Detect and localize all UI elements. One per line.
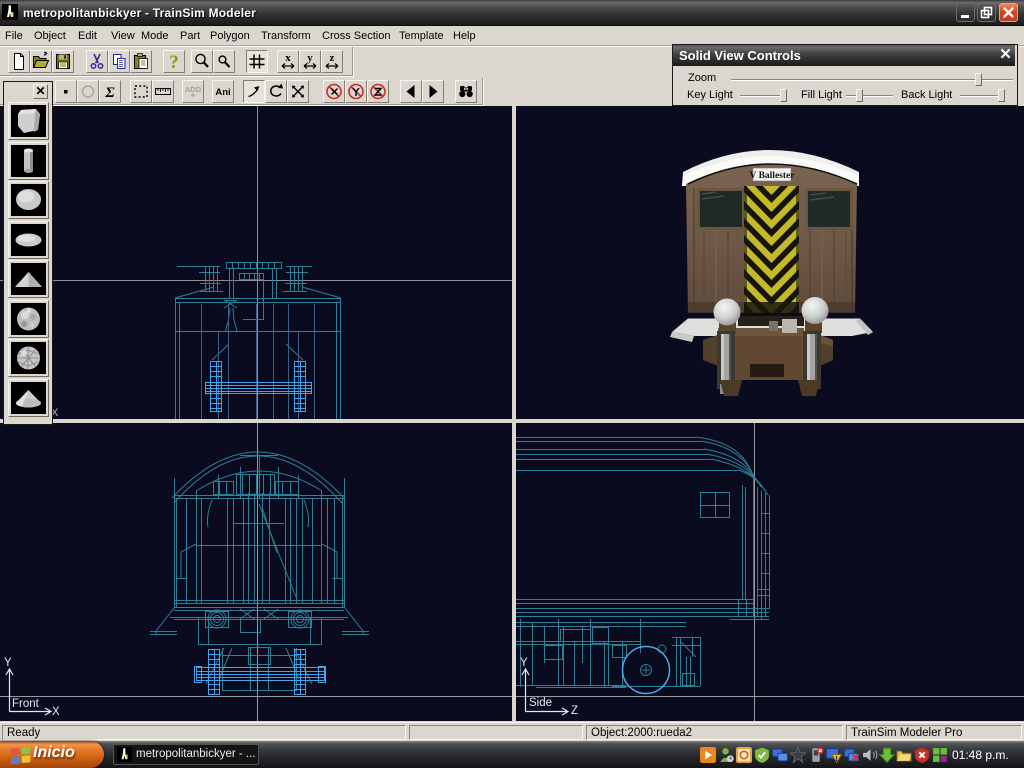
svg-text:Y: Y	[520, 657, 528, 669]
svg-text:!: !	[835, 754, 837, 763]
svg-text:Front: Front	[12, 698, 40, 710]
svg-text:V Ballester: V Ballester	[750, 171, 796, 181]
svg-text:ADD: ADD	[185, 85, 202, 94]
svg-text:Σ: Σ	[104, 85, 115, 101]
svg-text:Z: Z	[571, 705, 578, 717]
svg-text:Side: Side	[529, 697, 552, 709]
svg-text:Y: Y	[4, 657, 12, 669]
svg-text:y: y	[307, 52, 313, 64]
svg-text:X: X	[52, 706, 60, 718]
svg-text:?: ?	[169, 52, 179, 72]
svg-text:x: x	[285, 52, 291, 64]
svg-text:z: z	[330, 52, 335, 64]
svg-text:Ani: Ani	[215, 87, 230, 98]
